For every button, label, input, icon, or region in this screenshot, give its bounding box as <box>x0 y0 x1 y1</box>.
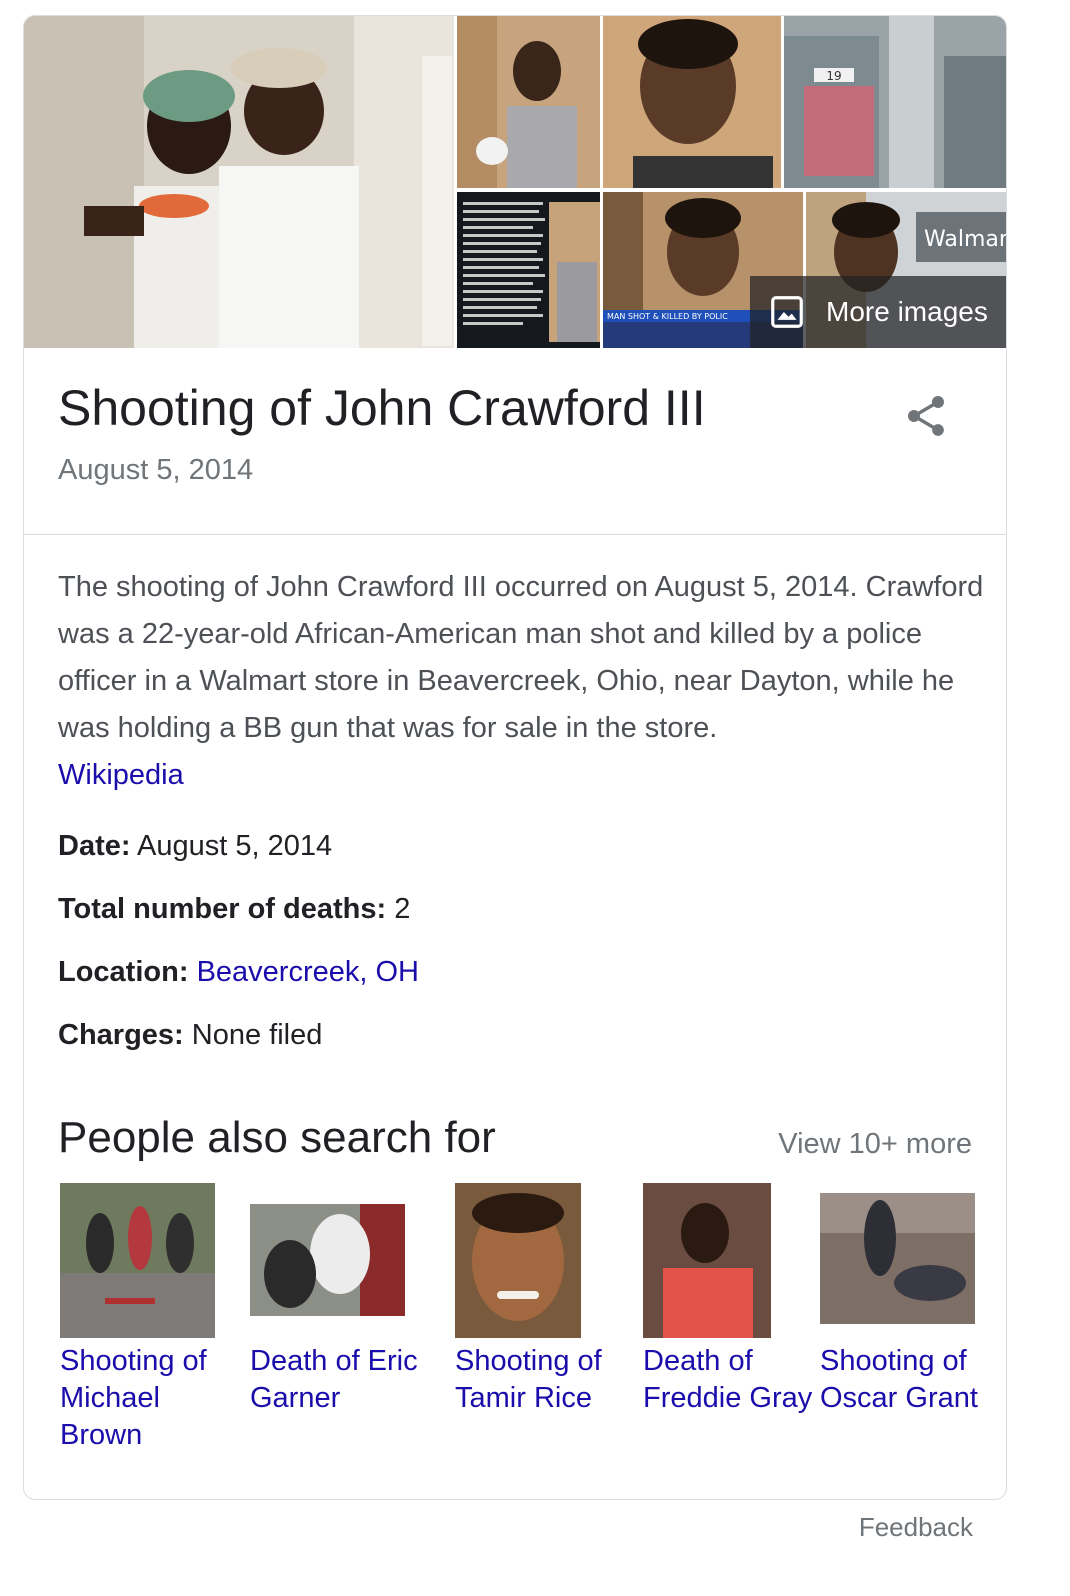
oscar-grant-thumbnail <box>820 1193 975 1324</box>
wikipedia-link[interactable]: Wikipedia <box>58 752 988 799</box>
related-search-label[interactable]: Death of Eric Garner <box>250 1343 420 1417</box>
knowledge-panel: 19 MAN SHOT & KILLED BY POLIC Walmar Mor… <box>23 15 1007 1500</box>
more-images-label: More images <box>826 296 988 327</box>
image-gallery: 19 MAN SHOT & KILLED BY POLIC Walmar Mor… <box>24 16 1007 348</box>
related-search-label[interactable]: Death of Freddie Gray <box>643 1343 813 1417</box>
news-ticker-text: MAN SHOT & KILLED BY POLIC <box>607 312 728 321</box>
fact-label: Date: <box>58 830 131 862</box>
related-search-tamir-rice[interactable]: Shooting of Tamir Rice <box>455 1183 615 1414</box>
page-title: Shooting of John Crawford III <box>58 380 706 436</box>
event-date-subtitle: August 5, 2014 <box>58 454 254 486</box>
related-search-michael-brown[interactable]: Shooting of Michael Brown <box>60 1183 220 1451</box>
related-search-label[interactable]: Shooting of Oscar Grant <box>820 1343 990 1417</box>
walmart-sign-text: Walmar <box>924 227 1007 252</box>
fact-label: Total number of deaths: <box>58 893 387 925</box>
related-search-oscar-grant[interactable]: Shooting of Oscar Grant <box>820 1183 980 1414</box>
fact-charges: Charges: None filed <box>58 1015 988 1078</box>
fact-value: August 5, 2014 <box>136 830 333 862</box>
fact-location: Location: Beavercreek, OH <box>58 952 988 1015</box>
description: The shooting of John Crawford III occurr… <box>58 564 988 799</box>
fact-date: Date: August 5, 2014 <box>58 826 988 889</box>
title-section: Shooting of John Crawford III August 5, … <box>24 348 1006 535</box>
share-icon[interactable] <box>902 392 950 440</box>
fact-label: Charges: <box>58 1019 184 1051</box>
eric-garner-thumbnail <box>250 1204 405 1316</box>
main-photo[interactable] <box>24 16 454 348</box>
related-image-wrap <box>643 1183 803 1343</box>
fact-value: None filed <box>191 1019 323 1051</box>
man-portrait-photo[interactable] <box>603 16 781 188</box>
related-image-wrap <box>60 1183 220 1343</box>
fact-total-deaths: Total number of deaths: 2 <box>58 889 988 952</box>
location-link[interactable]: Beavercreek, OH <box>197 956 419 988</box>
store-price-tag: 19 <box>826 69 841 83</box>
description-text: The shooting of John Crawford III occurr… <box>58 571 984 744</box>
related-search-eric-garner[interactable]: Death of Eric Garner <box>250 1183 418 1414</box>
related-search-freddie-gray[interactable]: Death of Freddie Gray <box>643 1183 812 1414</box>
related-image-wrap <box>820 1183 980 1343</box>
related-image-wrap <box>250 1183 410 1343</box>
michael-brown-thumbnail <box>60 1183 215 1338</box>
article-text-photo[interactable] <box>457 192 600 348</box>
facts-list: Date: August 5, 2014 Total number of dea… <box>58 826 988 1078</box>
people-also-search-title: People also search for <box>58 1113 496 1162</box>
related-search-label[interactable]: Shooting of Michael Brown <box>60 1343 230 1454</box>
tamir-rice-thumbnail <box>455 1183 581 1338</box>
fact-value: 2 <box>394 893 411 925</box>
view-more-link[interactable]: View 10+ more <box>778 1128 972 1161</box>
related-search-label[interactable]: Shooting of Tamir Rice <box>455 1343 625 1417</box>
more-images-button[interactable]: More images <box>750 276 1006 348</box>
store-aisle-photo[interactable]: 19 <box>784 16 1006 188</box>
man-holding-item-photo[interactable] <box>457 16 600 188</box>
fact-label: Location: <box>58 956 189 988</box>
feedback-link[interactable]: Feedback <box>859 1512 973 1543</box>
related-image-wrap <box>455 1183 615 1343</box>
image-icon <box>771 296 803 328</box>
freddie-gray-thumbnail <box>643 1183 771 1338</box>
